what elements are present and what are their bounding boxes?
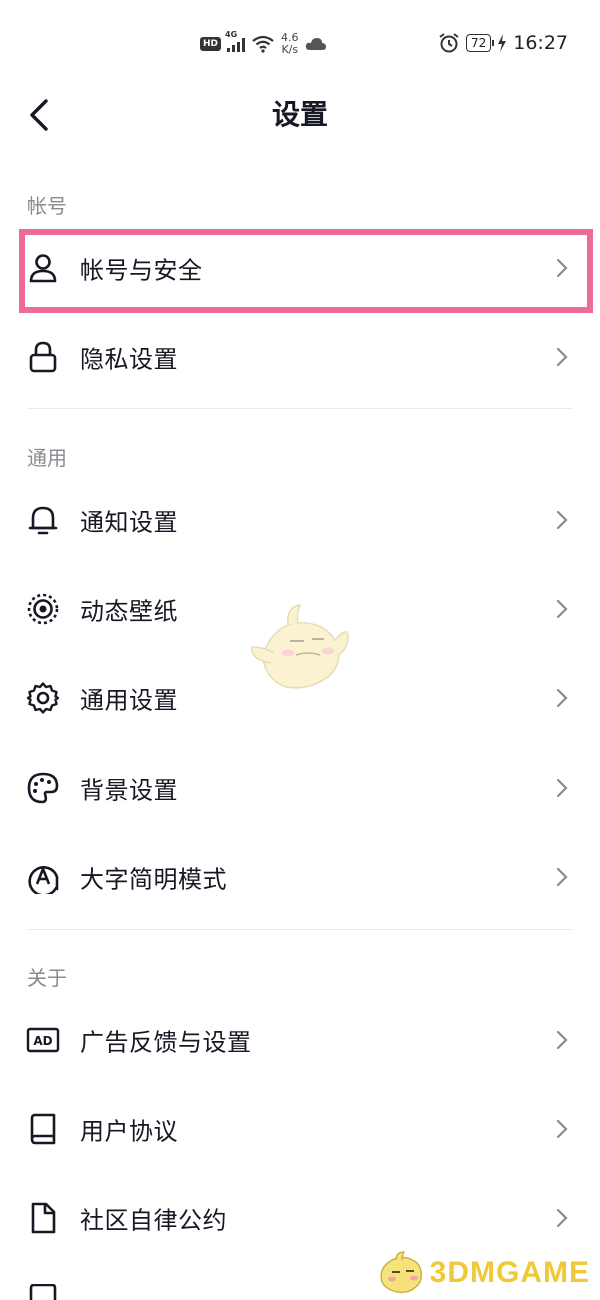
chevron-right-icon bbox=[556, 1208, 568, 1228]
settings-item-large-text-mode[interactable]: 大字简明模式 bbox=[0, 837, 600, 917]
book-icon bbox=[30, 1113, 56, 1145]
chevron-right-icon bbox=[556, 510, 568, 530]
large-text-icon bbox=[28, 866, 59, 894]
highlight-box bbox=[19, 229, 593, 313]
wallpaper-icon bbox=[27, 593, 59, 625]
chevron-right-icon bbox=[556, 599, 568, 619]
chevron-right-icon bbox=[556, 347, 568, 367]
battery-indicator: 72 bbox=[465, 34, 495, 52]
settings-item-community-guidelines[interactable]: 社区自律公约 bbox=[0, 1178, 600, 1258]
hd-badge: HD bbox=[200, 37, 222, 51]
document-icon bbox=[31, 1202, 56, 1234]
charging-icon bbox=[498, 34, 507, 52]
settings-item-label: 通用设置 bbox=[80, 686, 178, 715]
alarm-icon bbox=[439, 33, 459, 53]
section-title-about: 关于 bbox=[27, 966, 67, 990]
bell-icon bbox=[28, 506, 58, 535]
chevron-right-icon bbox=[556, 1119, 568, 1139]
settings-item-label: 通知设置 bbox=[80, 508, 178, 537]
lock-icon bbox=[29, 341, 57, 373]
settings-item-label: 隐私设置 bbox=[80, 345, 178, 374]
chevron-right-icon bbox=[556, 688, 568, 708]
settings-item-label: 社区自律公约 bbox=[80, 1206, 227, 1235]
svg-text:AD: AD bbox=[33, 1034, 52, 1048]
network-speed: 4.6 K/s bbox=[281, 32, 299, 56]
divider bbox=[27, 408, 573, 409]
ad-icon: AD bbox=[26, 1027, 60, 1053]
status-bar: HD 4G 4.6 K/s 72 16:27 bbox=[0, 0, 600, 90]
settings-item-label: 大字简明模式 bbox=[80, 865, 227, 894]
section-title-general: 通用 bbox=[27, 446, 67, 470]
section-title-account: 帐号 bbox=[27, 194, 67, 218]
cellular-signal-icon: 4G bbox=[225, 30, 246, 52]
palette-icon bbox=[27, 772, 59, 804]
clock: 16:27 bbox=[513, 32, 568, 54]
page-title: 设置 bbox=[271, 98, 328, 131]
chevron-right-icon bbox=[556, 1030, 568, 1050]
cloud-icon bbox=[305, 38, 326, 50]
next-row-icon bbox=[29, 1284, 57, 1300]
speed-unit: K/s bbox=[281, 43, 299, 56]
settings-item-label: 用户协议 bbox=[80, 1117, 178, 1146]
divider bbox=[27, 929, 573, 930]
nav-bar: 设置 bbox=[0, 85, 600, 145]
watermark: 3DMGAME bbox=[376, 1250, 590, 1296]
watermark-mascot-icon bbox=[251, 604, 349, 689]
settings-item-label: 广告反馈与设置 bbox=[80, 1028, 252, 1057]
status-right-group: 72 16:27 bbox=[438, 32, 568, 54]
settings-item-user-agreement[interactable]: 用户协议 bbox=[0, 1089, 600, 1169]
wifi-icon bbox=[252, 35, 274, 53]
gear-icon bbox=[26, 682, 60, 714]
settings-item-label: 背景设置 bbox=[80, 776, 178, 805]
settings-item-notifications[interactable]: 通知设置 bbox=[0, 480, 600, 560]
watermark-text: 3DMGAME bbox=[429, 1256, 590, 1289]
network-type: 4G bbox=[225, 30, 238, 39]
watermark-logo-icon bbox=[380, 1251, 422, 1293]
settings-item-privacy[interactable]: 隐私设置 bbox=[0, 317, 600, 397]
status-left-group: HD 4G 4.6 K/s bbox=[200, 30, 327, 56]
chevron-right-icon bbox=[556, 778, 568, 798]
settings-item-label: 动态壁纸 bbox=[80, 597, 178, 626]
chevron-right-icon bbox=[556, 867, 568, 887]
settings-item-background[interactable]: 背景设置 bbox=[0, 748, 600, 828]
settings-item-ad-feedback[interactable]: AD 广告反馈与设置 bbox=[0, 1000, 600, 1080]
